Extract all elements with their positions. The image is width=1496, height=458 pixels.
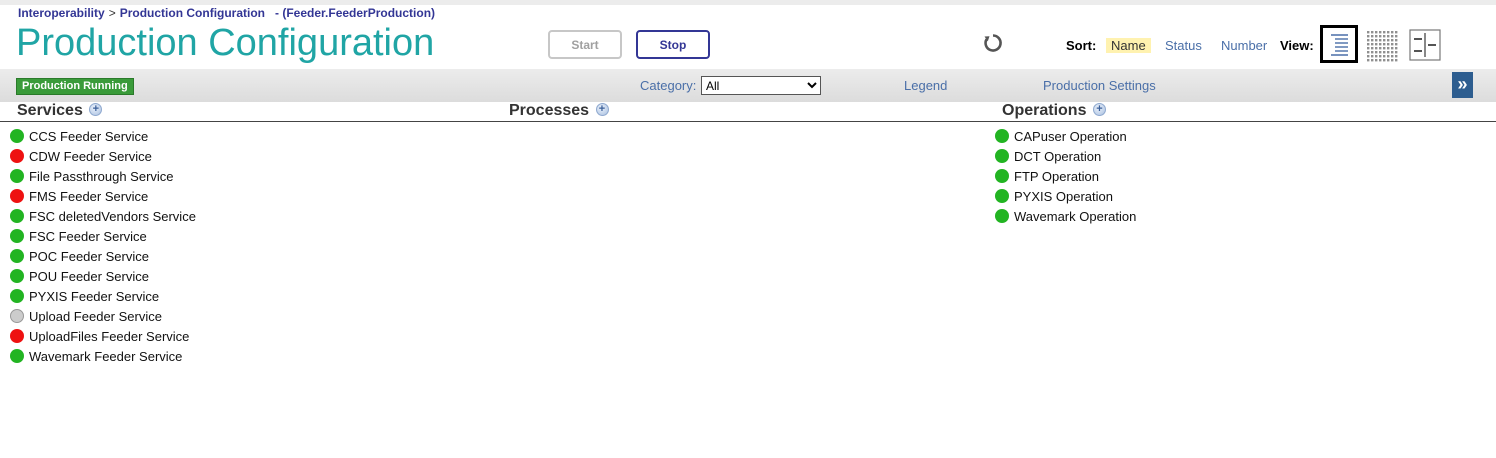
operation-item[interactable]: FTP Operation [995, 166, 1136, 186]
legend-link[interactable]: Legend [904, 78, 947, 93]
service-item-label: FSC deletedVendors Service [29, 208, 196, 224]
service-item[interactable]: POC Feeder Service [10, 246, 196, 266]
service-item-label: FSC Feeder Service [29, 228, 147, 244]
status-running-icon [10, 129, 24, 143]
operation-item[interactable]: PYXIS Operation [995, 186, 1136, 206]
service-item[interactable]: Upload Feeder Service [10, 306, 196, 326]
production-status-badge: Production Running [16, 78, 134, 95]
expand-panel-button[interactable]: » [1452, 72, 1473, 98]
status-running-icon [10, 349, 24, 363]
status-running-icon [10, 229, 24, 243]
service-item-label: File Passthrough Service [29, 168, 174, 184]
sort-label: Sort: [1066, 38, 1097, 53]
production-settings-link[interactable]: Production Settings [1043, 78, 1156, 93]
service-item[interactable]: POU Feeder Service [10, 266, 196, 286]
status-disabled-icon [10, 309, 24, 323]
status-running-icon [10, 269, 24, 283]
grid-view-icon[interactable] [1366, 30, 1398, 62]
operation-item-label: DCT Operation [1014, 148, 1102, 164]
operation-item[interactable]: Wavemark Operation [995, 206, 1136, 226]
view-label: View: [1280, 38, 1314, 53]
status-running-icon [10, 209, 24, 223]
operation-item-label: CAPuser Operation [1014, 128, 1127, 144]
service-item[interactable]: FMS Feeder Service [10, 186, 196, 206]
operation-item-label: FTP Operation [1014, 168, 1100, 184]
service-item-label: POU Feeder Service [29, 268, 149, 284]
breadcrumb-link-interoperability[interactable]: Interoperability [18, 6, 105, 20]
stop-button[interactable]: Stop [636, 30, 710, 59]
status-running-icon [995, 189, 1009, 203]
operation-item[interactable]: CAPuser Operation [995, 126, 1136, 146]
service-item-label: FMS Feeder Service [29, 188, 149, 204]
split-view-icon[interactable] [1409, 29, 1441, 61]
sort-by-name[interactable]: Name [1106, 38, 1151, 53]
status-running-icon [10, 169, 24, 183]
status-running-icon [995, 129, 1009, 143]
status-error-icon [10, 329, 24, 343]
header-divider [0, 121, 1496, 122]
operation-item[interactable]: DCT Operation [995, 146, 1136, 166]
service-item-label: POC Feeder Service [29, 248, 149, 264]
processes-header: Processes + [509, 102, 609, 120]
status-running-icon [995, 169, 1009, 183]
breadcrumb-current[interactable]: Production Configuration [120, 6, 265, 20]
service-item[interactable]: CDW Feeder Service [10, 146, 196, 166]
status-running-icon [995, 209, 1009, 223]
status-running-icon [10, 249, 24, 263]
sort-by-number[interactable]: Number [1221, 38, 1267, 53]
services-list: CCS Feeder Service CDW Feeder Service File… [10, 126, 196, 366]
sort-by-status[interactable]: Status [1165, 38, 1202, 53]
status-error-icon [10, 189, 24, 203]
breadcrumb: Interoperability > Production Configuratio… [18, 6, 435, 20]
operation-item-label: Wavemark Operation [1014, 208, 1137, 224]
service-item-label: CCS Feeder Service [29, 128, 149, 144]
services-header: Services + [17, 102, 103, 120]
top-strip [0, 0, 1496, 5]
processes-header-label: Processes [509, 102, 590, 119]
service-item-label: PYXIS Feeder Service [29, 288, 160, 304]
service-item[interactable]: PYXIS Feeder Service [10, 286, 196, 306]
operations-header-label: Operations [1002, 102, 1087, 119]
breadcrumb-separator: > [108, 6, 116, 20]
list-view-icon[interactable] [1320, 25, 1358, 63]
category-select[interactable]: All [701, 76, 821, 95]
service-item-label: Wavemark Feeder Service [29, 348, 183, 364]
services-header-label: Services [17, 102, 83, 119]
refresh-icon[interactable] [983, 33, 1003, 53]
status-running-icon [10, 289, 24, 303]
page-title: Production Configuration [16, 22, 435, 64]
service-item[interactable]: CCS Feeder Service [10, 126, 196, 146]
add-service-icon[interactable]: + [89, 103, 103, 117]
service-item-label: UploadFiles Feeder Service [29, 328, 190, 344]
service-item[interactable]: FSC deletedVendors Service [10, 206, 196, 226]
service-item[interactable]: UploadFiles Feeder Service [10, 326, 196, 346]
status-running-icon [995, 149, 1009, 163]
service-item[interactable]: Wavemark Feeder Service [10, 346, 196, 366]
start-button[interactable]: Start [548, 30, 622, 59]
add-process-icon[interactable]: + [595, 103, 609, 117]
operation-item-label: PYXIS Operation [1014, 188, 1113, 204]
operations-header: Operations + [1002, 102, 1106, 120]
service-item[interactable]: File Passthrough Service [10, 166, 196, 186]
breadcrumb-context: - (Feeder.FeederProduction) [275, 6, 436, 20]
service-item-label: Upload Feeder Service [29, 308, 162, 324]
status-error-icon [10, 149, 24, 163]
operations-list: CAPuser Operation DCT Operation FTP Operat… [995, 126, 1136, 226]
service-item[interactable]: FSC Feeder Service [10, 226, 196, 246]
add-operation-icon[interactable]: + [1092, 103, 1106, 117]
category-label: Category: [640, 78, 697, 93]
service-item-label: CDW Feeder Service [29, 148, 152, 164]
